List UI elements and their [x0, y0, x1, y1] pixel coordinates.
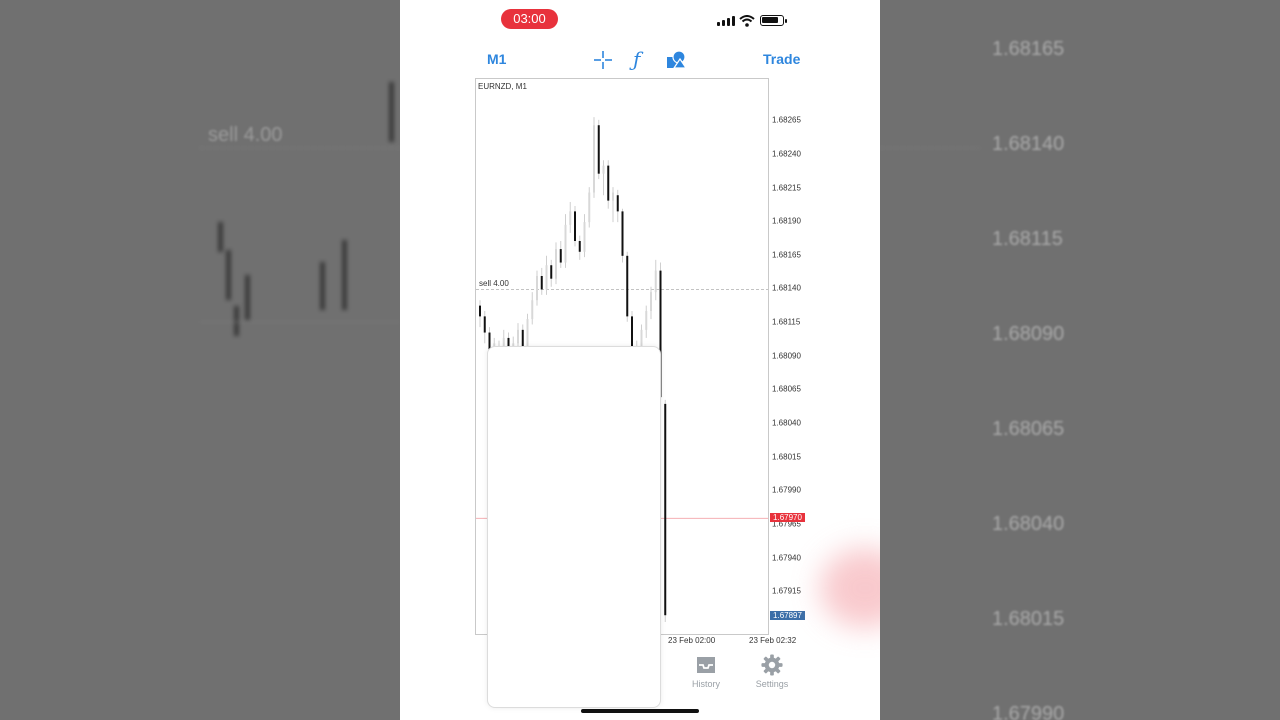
background-price: 1.68115 — [992, 228, 1063, 250]
price-tick-label: 1.68115 — [772, 317, 801, 327]
candle-body — [526, 319, 529, 346]
price-tick-label: 1.68040 — [772, 418, 801, 428]
candle-body — [521, 329, 524, 346]
price-tick-label: 1.68065 — [772, 384, 801, 394]
phone-screen: 03:00 M1 ƒ Trade EURNZD, M1 sell 4.00 1.… — [400, 0, 880, 720]
candle-body — [621, 211, 624, 256]
pink-glow — [820, 548, 880, 628]
background-price: 1.68090 — [992, 323, 1065, 345]
candle-body — [574, 211, 576, 241]
price-tick-label: 1.68265 — [772, 115, 801, 125]
chart-toolbar: M1 ƒ Trade — [400, 44, 880, 76]
sell-order-label: sell 4.00 — [479, 279, 509, 289]
price-tick-label: 1.68090 — [772, 351, 801, 361]
price-tick-label: 1.68240 — [772, 149, 801, 159]
ask-price-badge: 1.67897 — [770, 611, 805, 621]
candle-body — [550, 265, 553, 279]
timeframe-button[interactable]: M1 — [487, 51, 506, 67]
background-price: 1.68065 — [992, 418, 1065, 440]
crosshair-icon[interactable] — [592, 49, 614, 71]
wifi-icon — [739, 15, 755, 27]
background-candles — [200, 82, 400, 336]
battery-icon — [760, 15, 784, 26]
background-price: 1.68140 — [992, 133, 1065, 155]
price-tick-label: 1.67990 — [772, 485, 801, 495]
background-price: 1.68015 — [992, 608, 1065, 630]
price-tick-label: 1.68015 — [772, 452, 801, 462]
price-axis: 1.68265 1.68240 1.68215 1.68190 1.68165 1.681… — [772, 78, 808, 635]
background-price: 1.68165 — [992, 38, 1065, 60]
background-price-axis: 1.68165 1.68140 1.68115 1.68090 1.68065 … — [992, 0, 1192, 720]
symbol-label: EURNZD, M1 — [478, 82, 527, 91]
gear-icon — [761, 654, 783, 676]
candle-body — [631, 316, 633, 346]
price-tick-label: 1.68190 — [772, 216, 801, 226]
candle-body — [483, 316, 486, 333]
tab-history[interactable]: History — [686, 654, 726, 689]
candle-body — [645, 311, 648, 330]
candle-body — [536, 276, 538, 301]
price-tick-label: 1.68165 — [772, 250, 801, 260]
candle-body — [602, 165, 605, 174]
battery-tip — [785, 19, 787, 23]
candle-body — [607, 165, 610, 201]
candle-body — [555, 249, 557, 279]
candle-body — [612, 192, 614, 201]
candle-body — [650, 292, 652, 311]
candle-body — [597, 125, 600, 174]
candle-body — [626, 255, 629, 317]
trade-button[interactable]: Trade — [763, 51, 800, 67]
cellular-signal-icon — [717, 16, 735, 26]
candle-body — [616, 195, 619, 212]
candle-body — [517, 329, 519, 344]
candle-body — [545, 265, 548, 290]
candle-body — [569, 211, 572, 225]
candle-body — [654, 270, 657, 293]
candle-body — [664, 403, 667, 616]
background-price: 1.67990 — [992, 703, 1065, 720]
tab-history-label: History — [691, 679, 720, 689]
candle-body — [583, 222, 586, 252]
background-right-blur: 1.68165 1.68140 1.68115 1.68090 1.68065 … — [880, 0, 1280, 720]
candle-body — [559, 249, 562, 263]
inbox-icon — [697, 657, 715, 673]
price-tick-label: 1.67940 — [772, 553, 801, 563]
home-indicator[interactable] — [581, 709, 699, 713]
background-sell-label: sell 4.00 — [208, 124, 283, 146]
status-bar: 03:00 — [400, 0, 880, 40]
background-left-blur: sell 4.00 — [0, 0, 400, 720]
price-tick-label: 1.67915 — [772, 586, 801, 596]
tab-settings-label: Settings — [755, 679, 789, 689]
tab-settings[interactable]: Settings — [752, 654, 792, 689]
candle-body — [578, 241, 581, 252]
blank-overlay-panel[interactable] — [487, 346, 661, 708]
time-label: 23 Feb 02:32 — [749, 636, 797, 645]
price-tick-label: 1.68215 — [772, 183, 801, 192]
candle-body — [531, 300, 534, 320]
price-tick-label: 1.68140 — [772, 283, 801, 293]
background-price: 1.68040 — [992, 513, 1065, 535]
candle-body — [540, 276, 543, 290]
candle-body — [564, 224, 567, 263]
bid-price-badge: 1.67970 — [770, 512, 805, 522]
candle-body — [593, 125, 595, 193]
candle-body — [479, 305, 481, 317]
shapes-icon[interactable] — [665, 49, 687, 71]
candle-body — [588, 192, 591, 223]
time-label: 23 Feb 02:00 — [668, 636, 716, 645]
status-time: 03:00 — [501, 9, 558, 29]
function-icon[interactable]: ƒ — [633, 47, 640, 71]
